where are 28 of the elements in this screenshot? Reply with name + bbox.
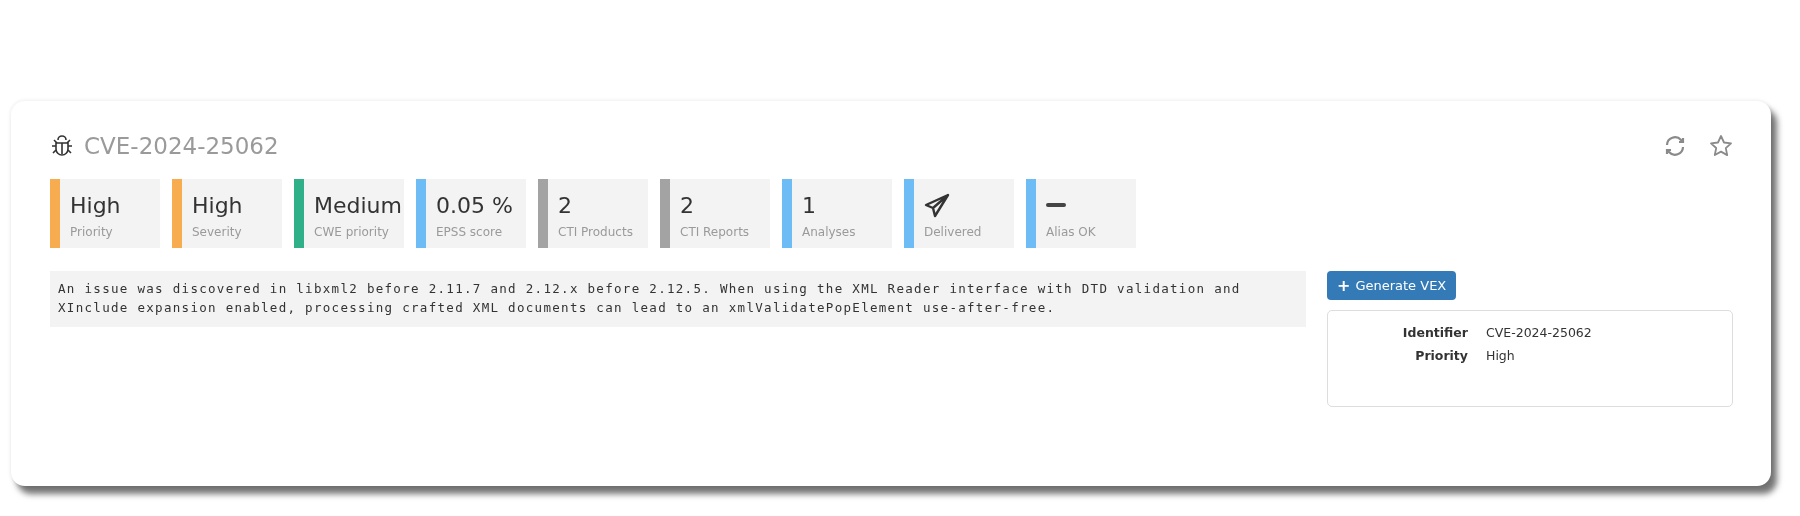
description-text: An issue was discovered in libxml2 before 2.11.7 and 2.12.x before 2.12.5. When using the XML Reader interface with DTD validation and XInclude expansion enabled, processing crafted XML documents can lead to an xmlValidatePopElement use-after-free. [50, 271, 1306, 327]
detail-value: CVE-2024-25062 [1486, 325, 1593, 340]
tile-label: CTI Products [558, 225, 633, 239]
paper-plane-icon [924, 193, 950, 219]
tile-label: Analyses [802, 225, 856, 239]
tile-label: Priority [70, 225, 114, 239]
generate-vex-button[interactable]: + Generate VEX [1327, 271, 1457, 300]
tile-label: CTI Reports [680, 225, 750, 239]
tile-value: 1 [802, 193, 817, 220]
tile-value: 2 [680, 193, 695, 220]
tile-value: Medium [314, 193, 402, 220]
detail-label: Priority [1414, 348, 1468, 363]
refresh-icon[interactable] [1663, 134, 1687, 158]
cve-title: CVE-2024-25062 [84, 133, 280, 159]
tile-label: Alias OK [1046, 225, 1096, 239]
detail-label: Identifier [1401, 325, 1468, 340]
tile-value: High [70, 193, 121, 220]
minus-icon [1046, 203, 1066, 207]
tile-label: Delivered [924, 225, 982, 239]
tile-value: 2 [558, 193, 573, 220]
bug-icon [50, 134, 74, 158]
tile-label: EPSS score [436, 225, 504, 239]
tile-label: Severity [192, 225, 243, 239]
star-icon[interactable] [1709, 134, 1733, 158]
tile-value: High [192, 193, 243, 220]
tile-value: 0.05 % [436, 193, 513, 220]
tile-label: CWE priority [314, 225, 390, 239]
detail-value: High [1486, 348, 1516, 363]
